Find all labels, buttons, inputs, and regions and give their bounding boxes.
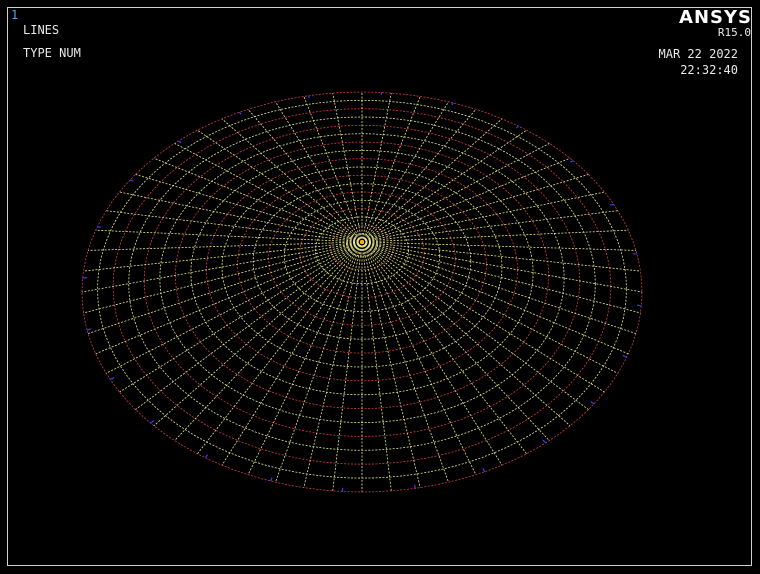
mesh-spoke-line [361, 241, 449, 483]
rim-marker [86, 328, 92, 331]
mesh-spoke-line [361, 241, 503, 466]
mesh-spoke-line [135, 241, 363, 410]
mesh-spoke-line [153, 241, 363, 427]
rim-marker [622, 354, 627, 358]
rim-marker [150, 420, 155, 424]
rim-marker [270, 477, 273, 482]
rim-marker [515, 125, 519, 129]
rim-marker [590, 400, 595, 405]
rim-marker [110, 377, 115, 381]
mesh-spoke-line [174, 143, 363, 243]
rim-marker [451, 102, 454, 106]
mesh-spoke-line [303, 96, 363, 243]
dome-mesh-plot [81, 91, 643, 493]
mesh-spoke-line [174, 241, 363, 441]
rim-marker [413, 484, 416, 489]
rim-marker [82, 276, 87, 279]
rim-marker [542, 439, 547, 444]
mesh-spoke-line [275, 241, 363, 483]
rim-marker [204, 454, 209, 459]
mesh-spoke-line [361, 241, 629, 355]
mesh-spoke-line [361, 241, 636, 251]
mesh-spoke-line [361, 229, 629, 243]
mesh-spoke-line [361, 241, 641, 314]
rim-marker [482, 468, 486, 473]
mesh-spoke-line [221, 241, 363, 466]
rim-marker [238, 111, 242, 115]
mesh-spoke-line [361, 241, 589, 410]
rim-marker [569, 160, 574, 163]
rim-marker [308, 95, 310, 99]
mesh-spoke-line [361, 241, 550, 441]
mesh-spoke-line [361, 143, 550, 243]
mesh-spoke-line [119, 241, 363, 393]
rim-marker [636, 304, 642, 307]
graphics-window[interactable]: 1 LINES TYPE NUM ANSYS R15.0 MAR 22 2022… [0, 0, 760, 574]
mesh-spoke-line [95, 229, 363, 243]
mesh-spoke-line [361, 241, 527, 455]
rim-marker [178, 140, 182, 144]
mesh-spoke-line [83, 241, 363, 314]
mesh-spoke-line [361, 157, 571, 243]
mesh-spoke-line [153, 157, 363, 243]
mesh-spoke-line [95, 241, 363, 355]
rim-marker [609, 203, 614, 206]
center-keypoint [360, 240, 364, 244]
mesh-spoke-line [88, 241, 363, 251]
rim-marker [129, 179, 134, 182]
